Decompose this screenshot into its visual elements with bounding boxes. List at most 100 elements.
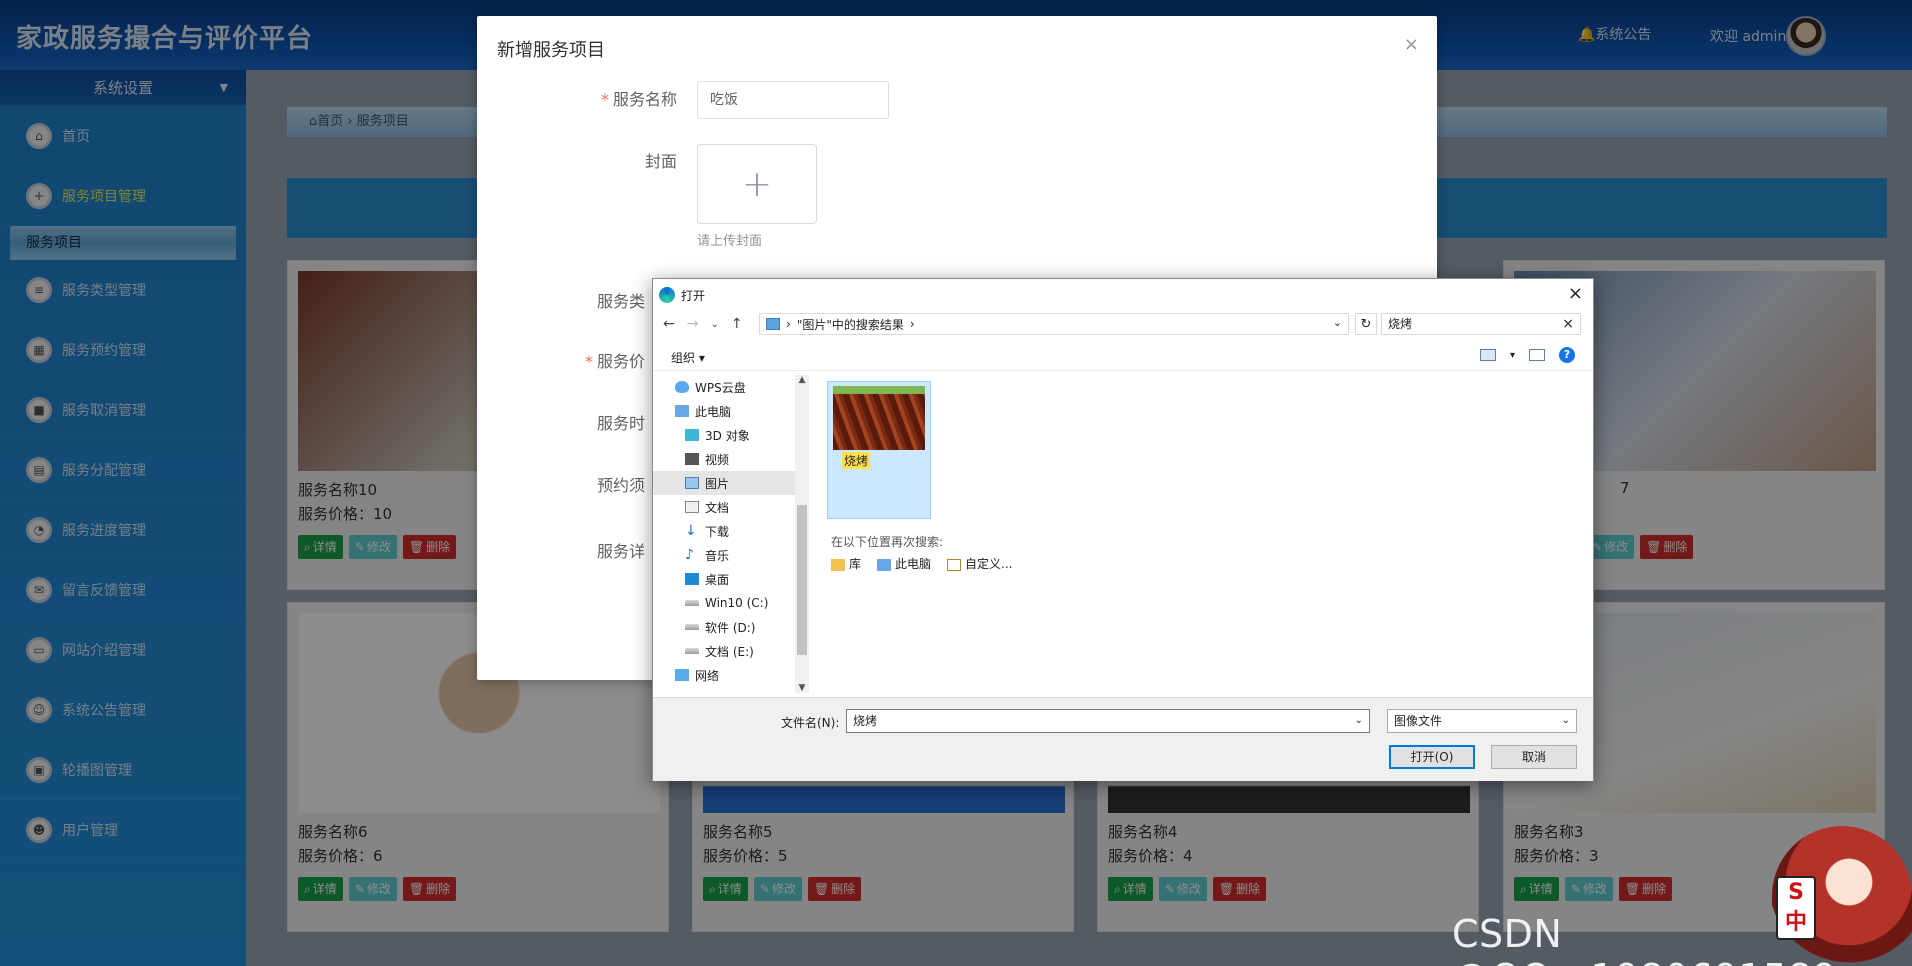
tree-item-downloads[interactable]: ↓ 下载 <box>653 519 795 543</box>
file-name: 烧烤 <box>842 452 871 469</box>
tree-item-desktop[interactable]: 桌面 <box>653 567 795 591</box>
service-name-input[interactable]: 吃饭 <box>697 81 889 119</box>
plus-icon: + <box>741 163 773 205</box>
tree-item-music[interactable]: ♪ 音乐 <box>653 543 795 567</box>
address-bar[interactable]: › "图片"中的搜索结果 › ⌄ <box>759 313 1349 335</box>
search-custom-link[interactable]: 自定义... <box>947 555 1012 572</box>
tree-item-label: 图片 <box>705 476 730 491</box>
file-open-dialog: 打开 × ← → ⌄ ↑ › "图片"中的搜索结果 › ⌄ ↻ 烧烤 × 组织 … <box>652 278 1594 781</box>
tree-item-drive-c[interactable]: Win10 (C:) <box>653 591 795 615</box>
preview-pane-icon[interactable] <box>1529 349 1545 361</box>
tree-item-videos[interactable]: 视频 <box>653 447 795 471</box>
back-arrow-icon[interactable]: ← <box>663 316 675 332</box>
library-icon <box>831 558 845 571</box>
toolbar: 组织 ▾ ▾ ? <box>653 341 1593 371</box>
tree-item-label: WPS云盘 <box>695 380 746 395</box>
dialog-footer: 文件名(N): 烧烤 ⌄ 图像文件 ⌄ 打开(O) 取消 <box>653 697 1593 781</box>
tree-item-label: 文档 <box>705 500 730 515</box>
tree-item-label: 桌面 <box>705 572 730 587</box>
cancel-button[interactable]: 取消 <box>1491 745 1577 769</box>
navigation-tree: WPS云盘 此电脑 3D 对象 视频 图片 文档 ↓ 下载 ♪ 音乐 桌面 Win1… <box>653 375 795 693</box>
link-label: 此电脑 <box>895 557 932 571</box>
search-input[interactable]: 烧烤 × <box>1381 313 1581 335</box>
close-icon[interactable]: × <box>1568 283 1583 304</box>
tree-item-label: 网络 <box>695 668 720 683</box>
tree-item-drive-e[interactable]: 文档 (E:) <box>653 639 795 663</box>
tree-item-label: 文档 (E:) <box>705 644 754 659</box>
video-icon <box>685 453 699 465</box>
search-library-link[interactable]: 库 <box>831 555 861 572</box>
open-button[interactable]: 打开(O) <box>1389 745 1475 769</box>
cube-icon <box>685 429 699 441</box>
up-arrow-icon[interactable]: ↑ <box>731 316 743 332</box>
file-list: 烧烤 在以下位置再次搜索: 库 此电脑 自定义... <box>811 375 1593 695</box>
scroll-up-icon[interactable]: ▲ <box>795 375 809 385</box>
tree-item-label: 视频 <box>705 452 730 467</box>
chevron-down-icon: ⌄ <box>1561 715 1570 726</box>
custom-folder-icon <box>947 558 962 571</box>
forward-arrow-icon[interactable]: → <box>687 316 699 332</box>
image-thumbnail <box>833 386 925 450</box>
tree-item-label: Win10 (C:) <box>705 596 769 610</box>
window-title: 打开 <box>681 288 706 303</box>
view-mode-icon[interactable] <box>1479 349 1496 361</box>
label-service-price: * 服务价 <box>525 348 645 372</box>
filetype-value: 图像文件 <box>1394 714 1443 728</box>
tree-item-wps-cloud[interactable]: WPS云盘 <box>653 375 795 399</box>
chevron-down-icon[interactable]: ▾ <box>1510 350 1515 361</box>
filetype-select[interactable]: 图像文件 ⌄ <box>1387 709 1577 733</box>
organize-menu[interactable]: 组织 ▾ <box>671 349 705 366</box>
help-icon[interactable]: ? <box>1559 347 1575 363</box>
window-titlebar: 打开 <box>659 283 705 307</box>
link-label: 库 <box>849 557 862 571</box>
tree-scrollbar[interactable]: ▲ ▼ <box>795 375 809 693</box>
filename-label: 文件名(N): <box>781 716 840 730</box>
cloud-icon <box>675 381 689 393</box>
close-icon[interactable]: × <box>1404 34 1419 55</box>
label-reserve-notice: 预约须 <box>596 476 645 495</box>
search-this-pc-link[interactable]: 此电脑 <box>877 555 931 572</box>
scroll-thumb[interactable] <box>797 505 807 655</box>
clear-icon[interactable]: × <box>1562 314 1574 334</box>
address-path: "图片"中的搜索结果 <box>796 317 904 332</box>
tree-item-3d[interactable]: 3D 对象 <box>653 423 795 447</box>
computer-icon <box>877 558 892 571</box>
label-service-type: 服务类 <box>596 292 645 311</box>
folder-icon <box>766 318 780 330</box>
chevron-down-icon[interactable]: ⌄ <box>710 319 718 330</box>
label-service-detail: 服务详 <box>596 542 645 561</box>
scroll-down-icon[interactable]: ▼ <box>795 683 809 693</box>
required-mark: * <box>584 352 593 371</box>
drive-icon <box>685 600 699 606</box>
drive-icon <box>685 624 699 630</box>
computer-icon <box>675 405 689 417</box>
label-service-time: 服务时 <box>596 414 645 433</box>
tree-item-label: 3D 对象 <box>705 428 750 443</box>
chevron-down-icon[interactable]: ⌄ <box>1333 316 1342 329</box>
chevron-down-icon[interactable]: ⌄ <box>1355 710 1363 732</box>
label-service-name: * 服务名称 <box>557 86 677 110</box>
refresh-icon[interactable]: ↻ <box>1355 313 1377 335</box>
tree-item-label: 下载 <box>705 524 730 539</box>
file-item[interactable]: 烧烤 <box>827 381 931 519</box>
chevron-right-icon: › <box>909 317 915 331</box>
network-icon <box>675 669 689 681</box>
filename-input[interactable]: 烧烤 ⌄ <box>846 709 1370 733</box>
image-icon <box>685 477 699 489</box>
required-mark: * <box>600 90 609 109</box>
tree-item-label: 软件 (D:) <box>705 620 756 635</box>
cover-upload[interactable]: + <box>697 144 817 224</box>
tree-item-network[interactable]: 网络 <box>653 663 795 687</box>
edge-browser-icon <box>659 287 675 303</box>
watermark: CSDN @QQ__1980691589 <box>1452 912 1837 966</box>
nav-buttons: ← → ⌄ ↑ <box>663 313 743 335</box>
label-cover: 封面 <box>644 152 677 171</box>
tree-item-drive-d[interactable]: 软件 (D:) <box>653 615 795 639</box>
tree-item-pictures[interactable]: 图片 <box>653 471 795 495</box>
label-text: 服务价 <box>596 352 645 371</box>
upload-tip: 请上传封面 <box>697 234 763 249</box>
download-icon: ↓ <box>685 523 697 539</box>
tree-item-this-pc[interactable]: 此电脑 <box>653 399 795 423</box>
tree-item-documents[interactable]: 文档 <box>653 495 795 519</box>
dialog-title: 新增服务项目 <box>497 40 605 61</box>
